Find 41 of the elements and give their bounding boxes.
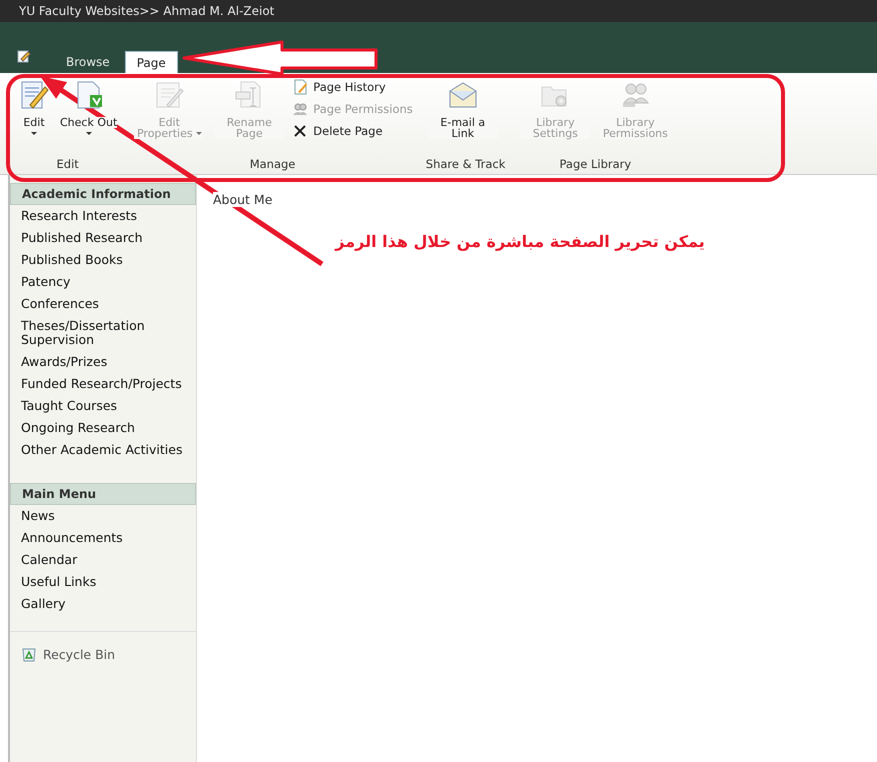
- nav-link[interactable]: Funded Research/Projects: [10, 373, 196, 395]
- group-label: Page Library: [558, 157, 632, 173]
- ribbon-button[interactable]: Edit: [16, 79, 52, 157]
- caret-icon: [86, 132, 92, 136]
- nav-link[interactable]: Calendar: [10, 549, 196, 571]
- ribbon-button[interactable]: Delete Page: [292, 123, 413, 139]
- x-icon: [292, 123, 308, 139]
- group-label: Manage: [248, 157, 296, 173]
- nav-link[interactable]: Taught Courses: [10, 395, 196, 417]
- nav-link[interactable]: Research Interests: [10, 205, 196, 227]
- ribbon-tab[interactable]: Browse: [55, 51, 121, 73]
- ribbon-button[interactable]: Page History: [292, 79, 413, 95]
- nav-link[interactable]: Useful Links: [10, 571, 196, 593]
- nav-link[interactable]: Theses/Dissertation Supervision: [10, 315, 196, 351]
- ribbon-tab[interactable]: Page: [124, 51, 178, 73]
- page-pencil-icon: [292, 79, 308, 95]
- nav-heading: Academic Information: [10, 183, 196, 205]
- site-title: YU Faculty Websites>> Ahmad M. Al-Zeiot: [19, 4, 274, 18]
- nav-link[interactable]: Gallery: [10, 593, 196, 615]
- nav-link[interactable]: Published Research: [10, 227, 196, 249]
- people-icon: [292, 101, 308, 117]
- caret-icon: [31, 132, 37, 136]
- caret-icon: [196, 132, 202, 136]
- nav-link[interactable]: Announcements: [10, 527, 196, 549]
- nav-link[interactable]: Awards/Prizes: [10, 351, 196, 373]
- recycle-bin-icon: [21, 646, 37, 662]
- ribbon-button[interactable]: Check Out: [58, 79, 120, 157]
- ribbon-button[interactable]: E-mail a Link: [426, 79, 500, 157]
- nav-heading: Main Menu: [10, 483, 196, 505]
- page-heading: About Me: [213, 192, 272, 207]
- nav-link[interactable]: Ongoing Research: [10, 417, 196, 439]
- nav-link[interactable]: Patency: [10, 271, 196, 293]
- group-label: Share & Track: [426, 157, 506, 173]
- nav-link[interactable]: News: [10, 505, 196, 527]
- recycle-bin-link[interactable]: Recycle Bin: [10, 631, 196, 676]
- nav-link[interactable]: Published Books: [10, 249, 196, 271]
- edit-page-icon[interactable]: [17, 49, 31, 63]
- group-label: Edit: [56, 157, 80, 173]
- nav-link[interactable]: Conferences: [10, 293, 196, 315]
- annotation-text: يمكن تحرير الصفحة مباشرة من خلال هذا الرمز: [334, 232, 706, 251]
- nav-link[interactable]: Other Academic Activities: [10, 439, 196, 461]
